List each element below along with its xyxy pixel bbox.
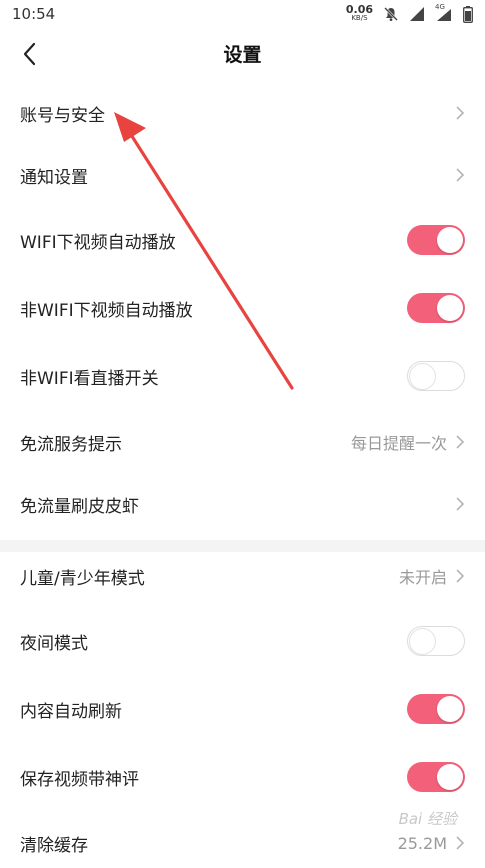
status-time: 10:54 [12,5,56,23]
chevron-right-icon [456,497,465,511]
row-label: 清除缓存 [20,835,88,856]
toggle-knob [409,362,436,390]
network-speed: 0.06 KB/S [345,3,373,23]
toggle-knob [409,627,436,655]
auto-refresh-toggle[interactable] [407,694,465,724]
settings-row-night-mode: 夜间模式 [0,616,485,666]
row-label: 通知设置 [20,167,88,188]
network-type-label: 4G [435,3,445,11]
page-title: 设置 [223,44,262,66]
settings-row-notifications[interactable]: 通知设置 [0,150,485,200]
non-wifi-live-toggle[interactable] [407,361,465,391]
settings-row-non-wifi-live: 非WIFI看直播开关 [0,351,485,401]
row-label: 夜间模式 [20,633,88,654]
row-label: 免流服务提示 [20,434,122,455]
battery-icon [463,5,473,23]
settings-row-save-with-comments: 保存视频带神评 [0,752,485,802]
chevron-right-icon [456,836,465,850]
non-wifi-autoplay-toggle[interactable] [407,293,465,323]
status-bar: 10:54 0.06 KB/S 4G [0,0,485,28]
settings-row-free-data-tip[interactable]: 免流服务提示 每日提醒一次 [0,417,485,467]
row-label: 非WIFI看直播开关 [20,368,159,389]
settings-row-auto-refresh: 内容自动刷新 [0,684,485,734]
settings-row-free-data-browse[interactable]: 免流量刷皮皮虾 [0,479,485,529]
network-speed-value: 0.06 [345,3,373,16]
row-label: 内容自动刷新 [20,701,122,722]
row-label: 账号与安全 [20,105,105,126]
settings-row-non-wifi-autoplay: 非WIFI下视频自动播放 [0,283,485,333]
row-label: 保存视频带神评 [20,769,139,790]
toggle-knob [437,764,463,790]
row-label: 非WIFI下视频自动播放 [20,300,193,321]
chevron-right-icon [456,168,465,182]
chevron-right-icon [456,435,465,449]
row-value: 每日提醒一次 [350,434,447,453]
signal-4g-icon: 4G [435,3,453,22]
chevron-right-icon [456,569,465,583]
row-label: 儿童/青少年模式 [20,568,145,589]
night-mode-toggle[interactable] [407,626,465,656]
toggle-knob [437,696,463,722]
row-label: 免流量刷皮皮虾 [20,496,139,517]
chevron-right-icon [456,106,465,120]
row-value: 未开启 [398,568,447,587]
status-icons: 0.06 KB/S 4G [345,3,473,23]
wifi-autoplay-toggle[interactable] [407,225,465,255]
network-speed-unit: KB/S [351,14,368,22]
row-label: WIFI下视频自动播放 [20,232,176,253]
header: 设置 [0,28,485,80]
watermark: Bai 经验 [398,810,457,828]
settings-row-account-security[interactable]: 账号与安全 [0,88,485,138]
toggle-knob [437,227,463,253]
toggle-knob [437,295,463,321]
settings-row-youth-mode[interactable]: 儿童/青少年模式 未开启 [0,551,485,601]
row-value: 25.2M [397,833,447,853]
signal-icon [409,6,425,22]
settings-row-wifi-autoplay: WIFI下视频自动播放 [0,215,485,265]
mute-icon [383,6,399,22]
save-with-comments-toggle[interactable] [407,762,465,792]
